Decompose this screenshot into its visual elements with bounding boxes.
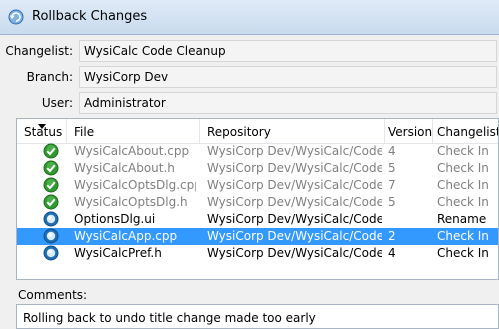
file-cell: WysiCalcOptsDlg.h (74, 195, 188, 209)
changelist-action-cell: Check In (437, 229, 489, 243)
repository-cell: WysiCorp Dev/WysiCalc/Code/... (207, 195, 382, 209)
column-header-repository[interactable]: Repository (207, 125, 271, 139)
file-cell: WysiCalcPref.h (74, 246, 162, 260)
changelist-action-cell: Check In (437, 246, 489, 260)
version-cell: 5 (388, 161, 396, 175)
repository-cell: WysiCorp Dev/WysiCalc/Code/... (207, 178, 382, 192)
version-cell: 4 (388, 246, 396, 260)
file-cell: WysiCalcApp.cpp (74, 229, 178, 243)
repository-cell: WysiCorp Dev/WysiCalc/Code/... (207, 246, 382, 260)
column-header-file[interactable]: File (74, 125, 94, 139)
pending-change-icon (43, 211, 59, 227)
changelist-row: Changelist: WysiCalc Code Cleanup (0, 40, 499, 62)
table-row[interactable]: OptionsDlg.ui WysiCorp Dev/WysiCalc/Code/… (17, 211, 498, 228)
changelist-action-cell: Check In (437, 161, 489, 175)
repository-cell: WysiCorp Dev/WysiCalc/Code/... (207, 212, 382, 226)
checked-in-icon (43, 160, 59, 176)
column-header-version[interactable]: Version (388, 125, 432, 139)
checked-in-icon (43, 143, 59, 159)
branch-row: Branch: WysiCorp Dev (0, 66, 499, 88)
column-divider[interactable] (199, 119, 200, 143)
version-cell: 5 (388, 195, 396, 209)
repository-cell: WysiCorp Dev/WysiCalc/Code/... (207, 144, 382, 158)
title-bar: Rollback Changes (0, 0, 499, 35)
column-divider[interactable] (432, 119, 433, 143)
changelist-label: Changelist: (5, 44, 73, 58)
changelist-action-cell: Check In (437, 144, 489, 158)
checked-in-icon (43, 177, 59, 193)
comments-field[interactable]: Rolling back to undo title change made t… (16, 304, 499, 329)
column-divider[interactable] (66, 119, 67, 143)
column-header-status[interactable]: Status (24, 124, 62, 139)
rollback-icon (8, 9, 24, 25)
column-header-changelist-action[interactable]: Changelist A (437, 125, 498, 139)
window-title: Rollback Changes (32, 9, 148, 24)
table-row[interactable]: WysiCalcPref.h WysiCorp Dev/WysiCalc/Code… (17, 245, 498, 262)
user-field[interactable]: Administrator (79, 92, 497, 114)
branch-label: Branch: (26, 70, 73, 84)
changelist-action-cell: Check In (437, 178, 489, 192)
repository-cell: WysiCorp Dev/WysiCalc/Code/... (207, 161, 382, 175)
version-cell: 7 (388, 178, 396, 192)
changes-table[interactable]: Status File Repository Version Changelis… (16, 118, 499, 280)
comments-label: Comments: (18, 288, 88, 302)
file-cell: WysiCalcOptsDlg.cpp (74, 178, 196, 192)
changelist-field[interactable]: WysiCalc Code Cleanup (79, 40, 497, 62)
table-row[interactable]: WysiCalcOptsDlg.cpp WysiCorp Dev/WysiCalc… (17, 177, 498, 194)
checked-in-icon (43, 194, 59, 210)
user-label: User: (41, 96, 73, 110)
version-cell: 4 (388, 144, 396, 158)
file-cell: WysiCalcAbout.h (74, 161, 175, 175)
column-divider[interactable] (384, 119, 385, 143)
table-row[interactable]: WysiCalcApp.cpp WysiCorp Dev/WysiCalc/Cod… (17, 228, 498, 245)
changelist-action-cell: Check In (437, 195, 489, 209)
table-row[interactable]: WysiCalcAbout.cpp WysiCorp Dev/WysiCalc/C… (17, 143, 498, 160)
file-cell: WysiCalcAbout.cpp (74, 144, 190, 158)
pending-change-icon (43, 245, 59, 261)
file-cell: OptionsDlg.ui (74, 212, 156, 226)
table-row[interactable]: WysiCalcAbout.h WysiCorp Dev/WysiCalc/Cod… (17, 160, 498, 177)
table-row[interactable]: WysiCalcOptsDlg.h WysiCorp Dev/WysiCalc/C… (17, 194, 498, 211)
branch-field[interactable]: WysiCorp Dev (79, 66, 497, 88)
table-header: Status File Repository Version Changelis… (17, 119, 498, 144)
sort-descending-icon (38, 124, 46, 129)
user-row: User: Administrator (0, 92, 499, 114)
changelist-action-cell: Rename (437, 212, 487, 226)
repository-cell: WysiCorp Dev/WysiCalc/Code/... (207, 229, 382, 243)
version-cell: 2 (388, 229, 396, 243)
pending-change-icon (43, 228, 59, 244)
